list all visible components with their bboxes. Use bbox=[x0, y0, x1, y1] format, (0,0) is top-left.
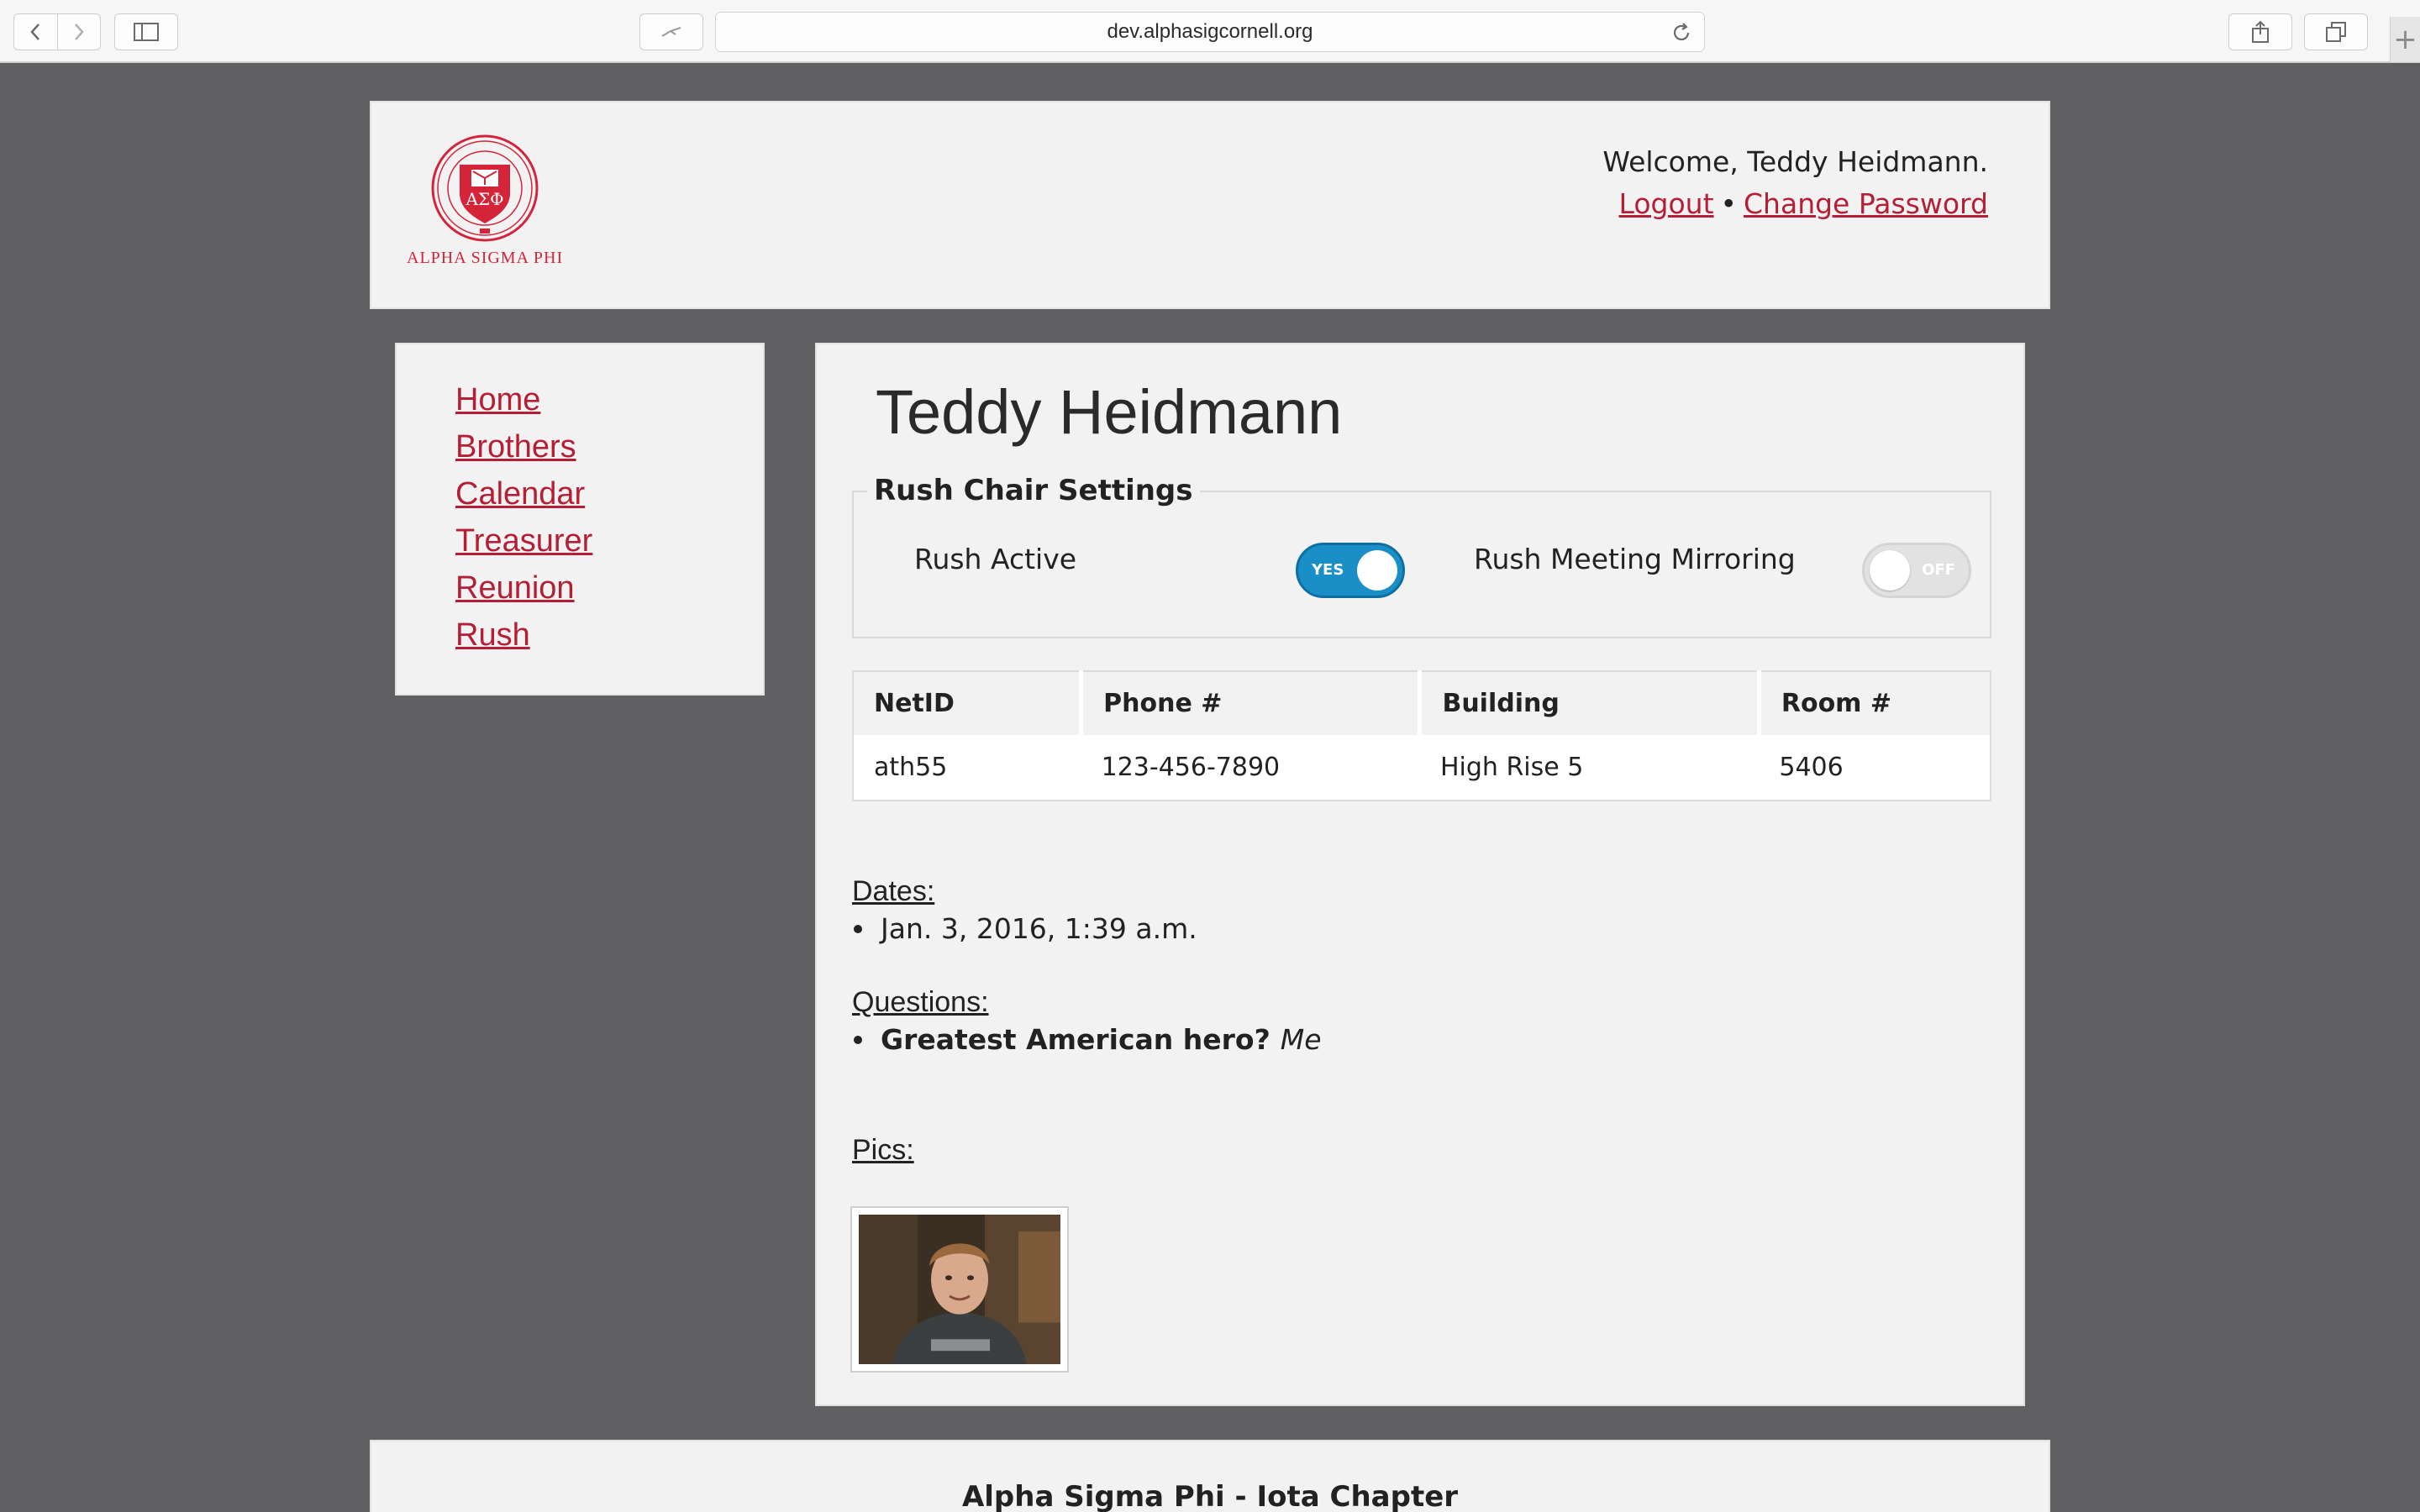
link-separator: • bbox=[1720, 187, 1738, 220]
tabs-overview-button[interactable] bbox=[2304, 13, 2368, 50]
history-buttons bbox=[13, 13, 101, 50]
column-header: Phone # bbox=[1081, 671, 1423, 735]
account-links: Logout • Change Password bbox=[1602, 183, 1988, 225]
logo-text: ALPHA SIGMA PHI bbox=[407, 249, 564, 267]
new-tab-icon: + bbox=[2393, 23, 2417, 56]
site-footer: Alpha Sigma Phi - Iota Chapter bbox=[370, 1440, 2050, 1512]
rush-active-state: YES bbox=[1312, 561, 1344, 579]
answer-text: Me bbox=[1280, 1023, 1322, 1056]
profile-photo bbox=[859, 1215, 1060, 1364]
sidebar-toggle-button[interactable] bbox=[114, 13, 178, 50]
rush-settings-fieldset: Rush Chair Settings Rush Active YES Rush… bbox=[852, 474, 1991, 638]
crest-icon: ΑΣΦ bbox=[431, 134, 539, 242]
back-icon bbox=[30, 24, 40, 40]
rush-active-toggle[interactable]: YES bbox=[1296, 543, 1405, 598]
site-header: ΑΣΦ ALPHA SIGMA PHI Welcome, Teddy Heidm… bbox=[370, 101, 2050, 309]
forward-button[interactable] bbox=[56, 14, 101, 50]
footer-text: Alpha Sigma Phi - Iota Chapter bbox=[961, 1480, 1459, 1512]
column-header: NetID bbox=[853, 671, 1084, 735]
sidebar-icon bbox=[134, 23, 159, 41]
list-item: Jan. 3, 2016, 1:39 a.m. bbox=[852, 912, 1197, 945]
share-button[interactable] bbox=[2228, 13, 2292, 50]
sidebar-item-brothers[interactable]: Brothers bbox=[455, 423, 763, 470]
toggle-knob bbox=[1357, 550, 1397, 591]
sidebar-item-treasurer[interactable]: Treasurer bbox=[455, 517, 763, 564]
pics-label: Pics: bbox=[852, 1134, 914, 1166]
address-bar[interactable]: dev.alphasigcornell.org bbox=[715, 12, 1705, 52]
question-text: Greatest American hero? bbox=[881, 1023, 1270, 1056]
new-tab-button[interactable]: + bbox=[2390, 17, 2420, 62]
pin-icon bbox=[661, 27, 681, 37]
main-content: Teddy Heidmann Rush Chair Settings Rush … bbox=[815, 343, 2025, 1406]
sidebar-item-calendar[interactable]: Calendar bbox=[455, 470, 763, 517]
sidebar-nav: Home Brothers Calendar Treasurer Reunion… bbox=[395, 343, 765, 696]
sidebar-item-home[interactable]: Home bbox=[455, 376, 763, 423]
welcome-text: Welcome, Teddy Heidmann. bbox=[1602, 145, 1988, 178]
building-cell: High Rise 5 bbox=[1439, 753, 1584, 782]
mirroring-state: OFF bbox=[1922, 561, 1955, 579]
brother-info-table: NetID Phone # Building Room # ath55 123-… bbox=[852, 670, 1991, 801]
bullet-icon bbox=[854, 924, 862, 933]
profile-photo-thumbnail[interactable] bbox=[850, 1206, 1069, 1373]
sidebar-item-rush[interactable]: Rush bbox=[455, 612, 763, 659]
mirroring-label: Rush Meeting Mirroring bbox=[1474, 543, 1796, 575]
sidebar-item-reunion[interactable]: Reunion bbox=[455, 564, 763, 612]
svg-text:ΑΣΦ: ΑΣΦ bbox=[466, 189, 504, 209]
toggle-knob bbox=[1870, 550, 1910, 591]
table-header-row: NetID Phone # Building Room # bbox=[853, 671, 1991, 735]
tabs-icon bbox=[2326, 22, 2346, 42]
netid-cell: ath55 bbox=[874, 753, 948, 782]
logout-link[interactable]: Logout bbox=[1619, 187, 1714, 220]
phone-cell: 123-456-7890 bbox=[1101, 753, 1281, 782]
back-button[interactable] bbox=[14, 14, 57, 50]
reload-icon[interactable] bbox=[1670, 22, 1692, 44]
change-password-link[interactable]: Change Password bbox=[1744, 187, 1988, 220]
date-value: Jan. 3, 2016, 1:39 a.m. bbox=[881, 912, 1197, 945]
rush-settings-legend: Rush Chair Settings bbox=[867, 474, 1200, 507]
dates-label: Dates: bbox=[852, 875, 935, 907]
rush-active-label: Rush Active bbox=[914, 543, 1077, 575]
pinned-button[interactable] bbox=[639, 13, 703, 50]
share-icon bbox=[2252, 20, 2269, 43]
questions-label: Questions: bbox=[852, 986, 989, 1018]
logo[interactable]: ΑΣΦ ALPHA SIGMA PHI bbox=[407, 134, 563, 268]
list-item: Greatest American hero? Me bbox=[852, 1023, 1322, 1056]
forward-icon bbox=[74, 24, 84, 40]
browser-toolbar: dev.alphasigcornell.org + bbox=[0, 0, 2420, 63]
room-cell: 5406 bbox=[1779, 753, 1844, 782]
column-header: Room # bbox=[1759, 671, 1991, 735]
user-panel: Welcome, Teddy Heidmann. Logout • Change P… bbox=[1602, 141, 1988, 225]
column-header: Building bbox=[1419, 671, 1761, 735]
url-text: dev.alphasigcornell.org bbox=[1107, 20, 1313, 43]
mirroring-toggle[interactable]: OFF bbox=[1862, 543, 1971, 598]
table-row: ath55 123-456-7890 High Rise 5 5406 bbox=[853, 735, 1991, 801]
bullet-icon bbox=[854, 1035, 862, 1044]
page-title: Teddy Heidmann bbox=[876, 377, 1343, 447]
